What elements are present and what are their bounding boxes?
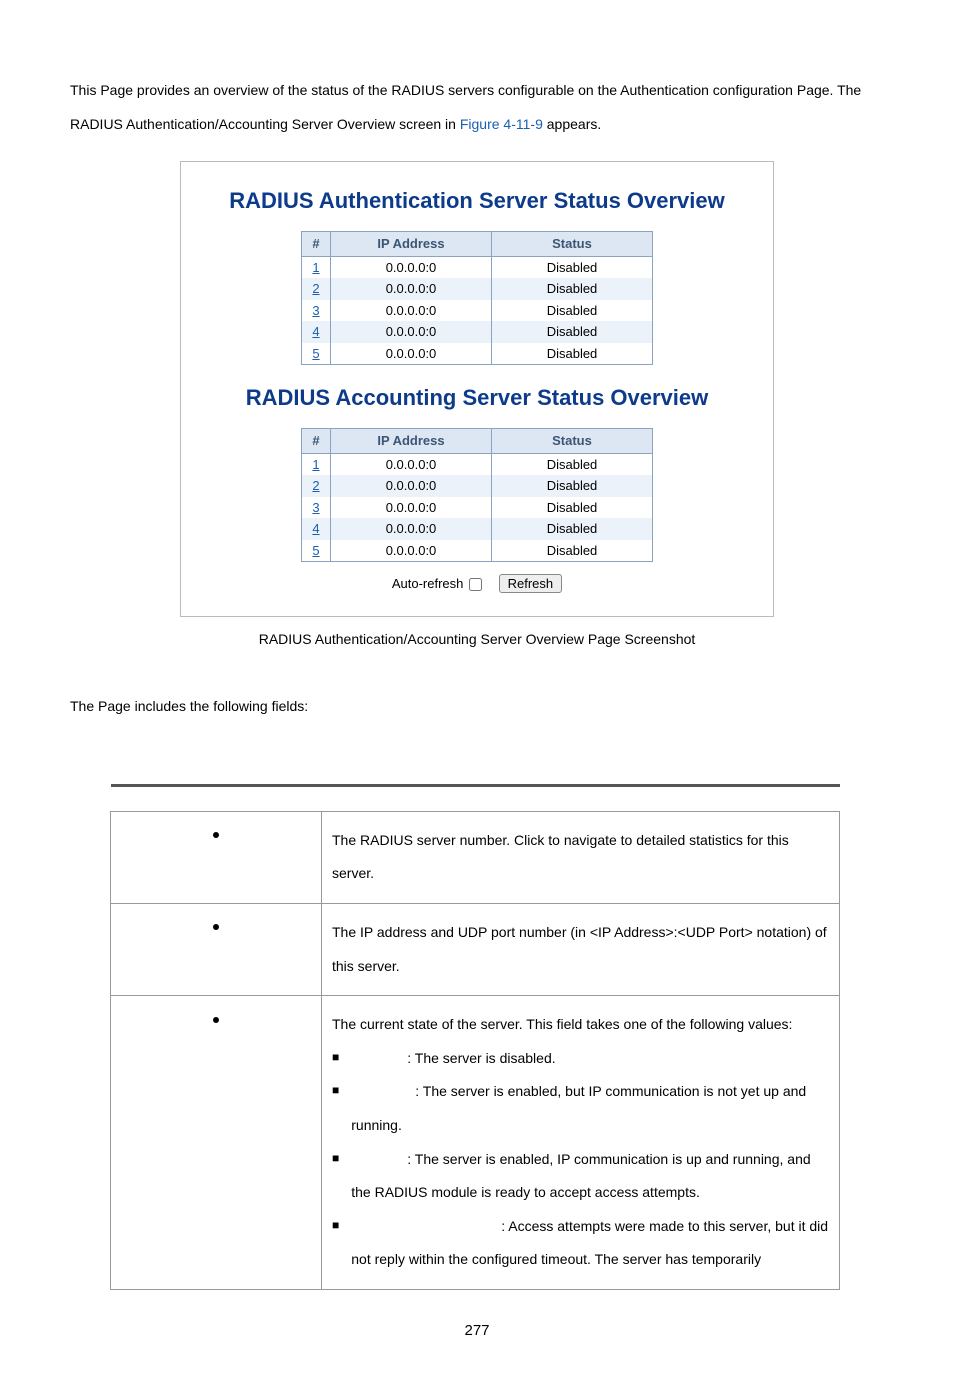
auth-row-link[interactable]: 1: [312, 260, 319, 275]
auth-table: # IP Address Status 10.0.0.0:0Disabled 2…: [301, 231, 653, 365]
table-header-status: Status: [492, 232, 653, 257]
figure-caption: RADIUS Authentication/Accounting Server …: [70, 629, 884, 650]
auth-title: RADIUS Authentication Server Status Over…: [201, 184, 753, 217]
field-object: [111, 811, 322, 903]
auth-row-link[interactable]: 2: [312, 281, 319, 296]
field-desc-num: The RADIUS server number. Click to navig…: [322, 811, 840, 903]
acct-row-link[interactable]: 3: [312, 500, 319, 515]
field-object: [111, 904, 322, 996]
acct-row-link[interactable]: 4: [312, 521, 319, 536]
acct-row-link[interactable]: 1: [312, 457, 319, 472]
field-header-object: [111, 785, 322, 811]
figure-link[interactable]: Figure 4-11-9: [460, 116, 543, 132]
table-header-ip: IP Address: [331, 429, 492, 454]
screenshot-figure: RADIUS Authentication Server Status Over…: [180, 161, 774, 617]
intro-paragraph: This Page provides an overview of the st…: [70, 74, 884, 141]
fields-intro: The Page includes the following fields:: [70, 690, 884, 724]
acct-row-link[interactable]: 2: [312, 478, 319, 493]
page-number: 277: [70, 1320, 884, 1343]
field-desc-status: The current state of the server. This fi…: [322, 996, 840, 1290]
field-object: [111, 996, 322, 1290]
autorefresh-label: Auto-refresh: [392, 576, 464, 591]
table-header-num: #: [302, 429, 331, 454]
field-header-desc: [322, 785, 840, 811]
auth-row-link[interactable]: 5: [312, 346, 319, 361]
field-desc-ip: The IP address and UDP port number (in <…: [322, 904, 840, 996]
table-header-num: #: [302, 232, 331, 257]
field-table: The RADIUS server number. Click to navig…: [110, 784, 840, 1290]
auth-row-link[interactable]: 4: [312, 324, 319, 339]
table-header-status: Status: [492, 429, 653, 454]
acct-table: # IP Address Status 10.0.0.0:0Disabled 2…: [301, 428, 653, 562]
acct-row-link[interactable]: 5: [312, 543, 319, 558]
refresh-button[interactable]: Refresh: [499, 574, 563, 593]
table-header-ip: IP Address: [331, 232, 492, 257]
acct-title: RADIUS Accounting Server Status Overview: [201, 381, 753, 414]
auth-row-link[interactable]: 3: [312, 303, 319, 318]
autorefresh-checkbox[interactable]: [469, 578, 482, 591]
